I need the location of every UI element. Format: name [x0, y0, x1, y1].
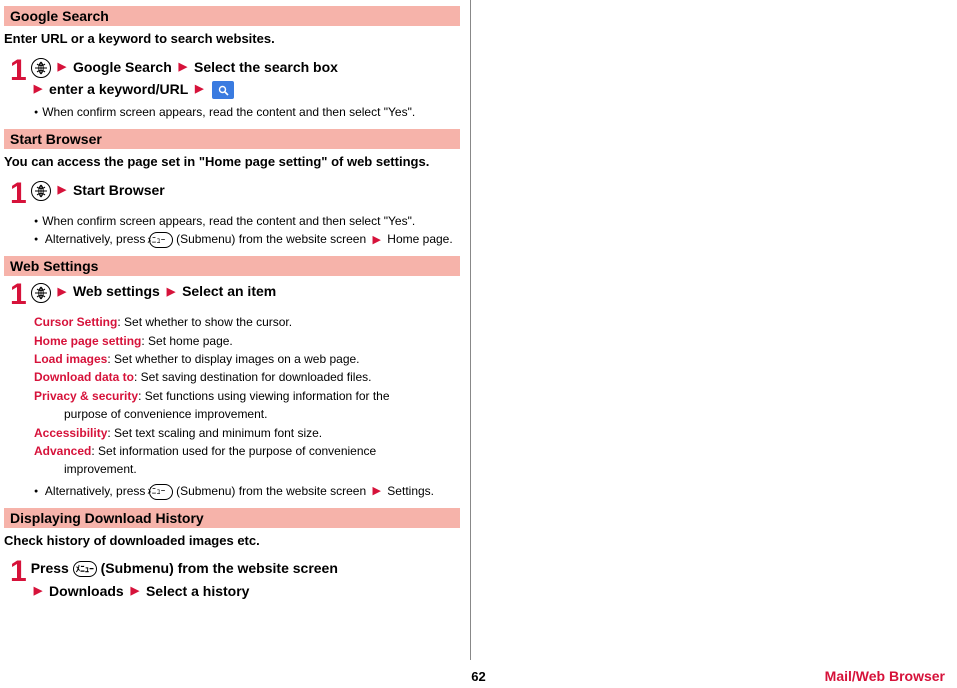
- step-number: 1: [10, 280, 27, 310]
- settings-list: Cursor Setting: Set whether to show the …: [34, 314, 460, 479]
- lead-google: Enter URL or a keyword to search website…: [4, 30, 460, 48]
- arrow-icon: ▶: [58, 61, 66, 73]
- arrow-icon: ▶: [34, 585, 42, 597]
- submenu-key-icon: ﾒﾆｭｰ: [149, 484, 173, 500]
- globe-icon: [31, 181, 51, 201]
- step-text: Google Search: [73, 59, 172, 75]
- step-body: ▶ Start Browser: [31, 179, 460, 201]
- page-content: Google Search Enter URL or a keyword to …: [0, 0, 957, 660]
- page-number: 62: [0, 669, 957, 684]
- step-body: ▶ Google Search ▶ Select the search box …: [31, 56, 460, 101]
- setting-item: Load images: Set whether to display imag…: [34, 351, 460, 368]
- setting-item: Download data to: Set saving destination…: [34, 369, 460, 386]
- globe-icon: [31, 283, 51, 303]
- setting-name: Privacy & security: [34, 389, 138, 403]
- search-icon: [212, 81, 234, 99]
- setting-name: Advanced: [34, 444, 91, 458]
- section-header-download: Displaying Download History: [4, 508, 460, 528]
- note: When confirm screen appears, read the co…: [34, 104, 460, 121]
- setting-name: Download data to: [34, 370, 134, 384]
- step-body: ▶ Web settings ▶ Select an item: [31, 280, 460, 302]
- setting-name: Load images: [34, 352, 107, 366]
- step-body: Press ﾒﾆｭｰ (Submenu) from the website sc…: [31, 557, 460, 602]
- arrow-icon: ▶: [34, 83, 42, 95]
- globe-icon: [31, 58, 51, 78]
- step-text: Select a history: [146, 583, 250, 599]
- notes-web: Alternatively, press ﾒﾆｭｰ (Submenu) from…: [34, 483, 460, 500]
- setting-desc-cont: improvement.: [34, 461, 460, 478]
- step-text: Select the search box: [194, 59, 338, 75]
- section-header-browser: Start Browser: [4, 129, 460, 149]
- setting-name: Accessibility: [34, 426, 107, 440]
- setting-name: Cursor Setting: [34, 315, 117, 329]
- step-browser: 1 ▶ Start Browser: [10, 179, 460, 209]
- note: Alternatively, press ﾒﾆｭｰ (Submenu) from…: [34, 483, 460, 500]
- arrow-icon: ▶: [58, 184, 66, 196]
- step-download: 1 Press ﾒﾆｭｰ (Submenu) from the website …: [10, 557, 460, 602]
- section-header-google: Google Search: [4, 6, 460, 26]
- step-text: Web settings: [73, 283, 160, 299]
- arrow-icon: ▶: [195, 83, 203, 95]
- setting-desc: : Set text scaling and minimum font size…: [107, 426, 322, 440]
- setting-desc-cont: purpose of convenience improvement.: [34, 406, 460, 423]
- setting-name: Home page setting: [34, 334, 141, 348]
- column-divider: [470, 0, 471, 660]
- setting-desc: : Set functions using viewing informatio…: [138, 389, 389, 403]
- step-google: 1 ▶ Google Search ▶ Select the search bo…: [10, 56, 460, 101]
- step-number: 1: [10, 179, 27, 209]
- setting-desc: : Set whether to display images on a web…: [107, 352, 359, 366]
- setting-item: Privacy & security: Set functions using …: [34, 388, 460, 405]
- step-number: 1: [10, 557, 27, 587]
- step-web: 1 ▶ Web settings ▶ Select an item: [10, 280, 460, 310]
- arrow-icon: ▶: [179, 61, 187, 73]
- submenu-key-icon: ﾒﾆｭｰ: [73, 561, 97, 577]
- notes-browser: When confirm screen appears, read the co…: [34, 213, 460, 249]
- setting-desc: : Set information used for the purpose o…: [91, 444, 376, 458]
- setting-desc: : Set whether to show the cursor.: [117, 315, 292, 329]
- setting-item: Accessibility: Set text scaling and mini…: [34, 425, 460, 442]
- arrow-icon: ▶: [131, 585, 139, 597]
- step-text: (Submenu) from the website screen: [97, 560, 338, 576]
- arrow-icon: ▶: [373, 234, 381, 246]
- lead-browser: You can access the page set in "Home pag…: [4, 153, 460, 171]
- arrow-icon: ▶: [167, 286, 175, 298]
- setting-desc: : Set home page.: [141, 334, 232, 348]
- submenu-key-icon: ﾒﾆｭｰ: [149, 232, 173, 248]
- step-text: Press: [31, 560, 73, 576]
- step-text: enter a keyword/URL: [49, 81, 188, 97]
- lead-download: Check history of downloaded images etc.: [4, 532, 460, 550]
- setting-item: Home page setting: Set home page.: [34, 333, 460, 350]
- step-text: Downloads: [49, 583, 124, 599]
- notes-google: When confirm screen appears, read the co…: [34, 104, 460, 121]
- arrow-icon: ▶: [373, 485, 381, 497]
- step-text: Select an item: [182, 283, 276, 299]
- setting-item: Advanced: Set information used for the p…: [34, 443, 460, 460]
- step-text: Start Browser: [73, 182, 165, 198]
- setting-item: Cursor Setting: Set whether to show the …: [34, 314, 460, 331]
- arrow-icon: ▶: [58, 286, 66, 298]
- section-label: Mail/Web Browser: [825, 668, 945, 684]
- note: When confirm screen appears, read the co…: [34, 213, 460, 230]
- section-header-web: Web Settings: [4, 256, 460, 276]
- setting-desc: : Set saving destination for downloaded …: [134, 370, 371, 384]
- step-number: 1: [10, 56, 27, 86]
- left-column: Google Search Enter URL or a keyword to …: [0, 0, 470, 660]
- note: Alternatively, press ﾒﾆｭｰ (Submenu) from…: [34, 231, 460, 248]
